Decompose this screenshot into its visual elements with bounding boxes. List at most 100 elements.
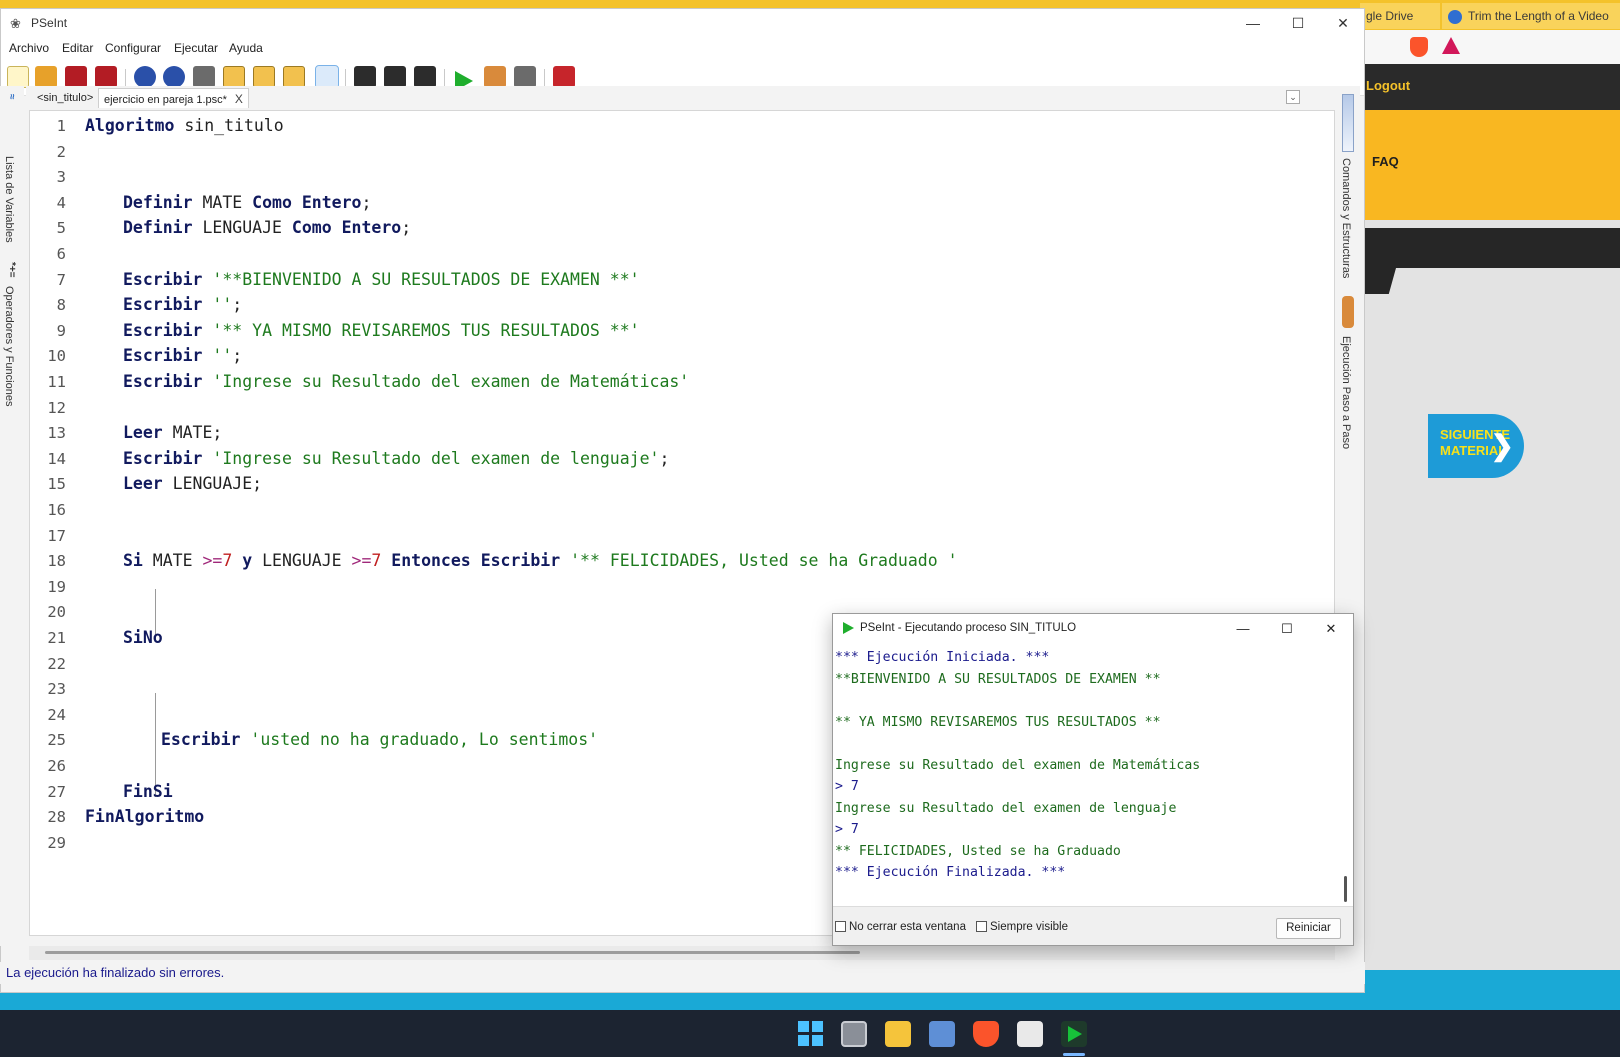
minimize-button[interactable]: —	[1221, 614, 1265, 643]
code-line[interactable]: 9 Escribir '** YA MISMO REVISAREMOS TUS R…	[30, 318, 1334, 344]
execution-window: PSeInt - Ejecutando proceso SIN_TITULO —…	[832, 613, 1354, 946]
save-as-icon[interactable]	[95, 66, 117, 88]
code-line[interactable]: 4 Definir MATE Como Entero;	[30, 190, 1334, 216]
line-number: 10	[47, 347, 66, 366]
line-number: 19	[47, 577, 66, 596]
close-button[interactable]: ✕	[1309, 614, 1353, 643]
brave-browser-icon[interactable]	[973, 1021, 999, 1047]
line-number: 12	[47, 398, 66, 417]
code-text: Escribir 'usted no ha graduado, Lo senti…	[161, 730, 599, 750]
no-close-checkbox[interactable]: No cerrar esta ventana	[835, 921, 966, 933]
network-app-icon[interactable]	[929, 1021, 955, 1047]
code-line[interactable]: 8 Escribir '';	[30, 292, 1334, 318]
code-line[interactable]: 17	[30, 523, 1334, 549]
tab-ejercicio[interactable]: ejercicio en pareja 1.psc* X	[98, 88, 249, 108]
menu-ejecutar[interactable]: Ejecutar	[174, 41, 218, 55]
console-line: ** YA MISMO REVISAREMOS TUS RESULTADOS *…	[835, 714, 1161, 730]
windows-start-icon[interactable]	[798, 1021, 824, 1047]
console-line: Ingrese su Resultado del examen de Matem…	[835, 757, 1201, 773]
code-line[interactable]: 1 Algoritmo sin_titulo	[30, 113, 1334, 139]
code-line[interactable]: 15 Leer LENGUAJE;	[30, 471, 1334, 497]
chevron-down-icon[interactable]: ⌄	[1286, 90, 1300, 104]
line-number: 4	[56, 193, 66, 212]
open-icon[interactable]	[35, 66, 57, 88]
code-line[interactable]: 14 Escribir 'Ingrese su Resultado del exa…	[30, 446, 1334, 472]
cut-icon[interactable]	[193, 66, 215, 88]
operators-icon[interactable]: *+=	[6, 262, 17, 278]
undo-icon[interactable]	[134, 66, 156, 88]
browser-tab-trim-video[interactable]: Trim the Length of a Video	[1442, 3, 1620, 29]
taskbar-app-icon[interactable]	[1017, 1021, 1043, 1047]
replace-icon[interactable]	[414, 66, 436, 88]
copy-icon[interactable]	[223, 66, 245, 88]
code-line[interactable]: 16	[30, 497, 1334, 523]
vertical-scroll-thumb[interactable]	[1344, 876, 1347, 902]
find-next-icon[interactable]	[384, 66, 406, 88]
menu-editar[interactable]: Editar	[62, 41, 93, 55]
title-bar[interactable]: ❀ PSeInt — ☐ ✕	[1, 9, 1364, 37]
checkbox-box[interactable]	[976, 921, 987, 932]
browser-tab-drive[interactable]: gle Drive	[1360, 3, 1440, 29]
restart-button[interactable]: Reiniciar	[1276, 918, 1341, 939]
indent-icon[interactable]	[283, 66, 305, 88]
logout-link[interactable]: Logout	[1366, 78, 1410, 93]
help-icon[interactable]	[553, 66, 575, 88]
minimize-button[interactable]: —	[1231, 9, 1275, 37]
code-line[interactable]: 10 Escribir '';	[30, 343, 1334, 369]
step-by-step-tab[interactable]: Ejecución Paso a Paso	[1340, 336, 1352, 449]
code-line[interactable]: 5 Definir LENGUAJE Como Entero;	[30, 215, 1334, 241]
menu-archivo[interactable]: Archivo	[9, 41, 49, 55]
save-icon[interactable]	[65, 66, 87, 88]
code-line[interactable]: 7 Escribir '**BIENVENIDO A SU RESULTADOS …	[30, 267, 1334, 293]
checkbox-box[interactable]	[835, 921, 846, 932]
file-explorer-icon[interactable]	[885, 1021, 911, 1047]
commands-icon[interactable]	[1342, 94, 1354, 152]
inspect-icon[interactable]	[315, 65, 339, 89]
next-material-button[interactable]: SIGUIENTE MATERIAL ❯	[1428, 414, 1524, 478]
horizontal-scroll-thumb[interactable]	[45, 951, 860, 954]
task-view-icon[interactable]	[841, 1021, 867, 1047]
line-number: 3	[56, 168, 66, 187]
tab-sin-titulo[interactable]: <sin_titulo>	[32, 88, 98, 108]
code-line[interactable]: 18 Si MATE >=7 y LENGUAJE >=7 Entonces Es…	[30, 548, 1334, 574]
maximize-button[interactable]: ☐	[1276, 9, 1320, 37]
checkbox-label: No cerrar esta ventana	[849, 921, 966, 933]
step-icon[interactable]	[484, 66, 506, 88]
menu-ayuda[interactable]: Ayuda	[229, 41, 263, 55]
code-line[interactable]: 19	[30, 574, 1334, 600]
variables-icon[interactable]: ≈	[6, 94, 17, 100]
new-icon[interactable]	[7, 66, 29, 88]
paste-icon[interactable]	[253, 66, 275, 88]
faq-link[interactable]: FAQ	[1372, 154, 1399, 169]
line-number: 20	[47, 603, 66, 622]
code-line[interactable]: 2	[30, 139, 1334, 165]
redo-icon[interactable]	[163, 66, 185, 88]
search-icon[interactable]	[354, 66, 376, 88]
variables-list-tab[interactable]: Lista de Variables	[3, 156, 15, 243]
code-line[interactable]: 12	[30, 395, 1334, 421]
menu-configurar[interactable]: Configurar	[105, 41, 161, 55]
tab-label: <sin_titulo>	[37, 92, 94, 104]
maximize-button[interactable]: ☐	[1265, 614, 1309, 643]
site-nav-band	[1360, 110, 1620, 220]
code-text: Escribir '**BIENVENIDO A SU RESULTADOS D…	[123, 269, 640, 289]
code-line[interactable]: 11 Escribir 'Ingrese su Resultado del exa…	[30, 369, 1334, 395]
console-line: ** FELICIDADES, Usted se ha Graduado	[835, 843, 1121, 859]
close-button[interactable]: ✕	[1321, 9, 1365, 37]
execution-console[interactable]: *** Ejecución Iniciada. *** **BIENVENIDO …	[833, 643, 1353, 905]
footsteps-icon[interactable]	[1342, 296, 1354, 328]
code-line[interactable]: 6	[30, 241, 1334, 267]
close-icon[interactable]: X	[235, 92, 243, 106]
commands-structures-tab[interactable]: Comandos y Estructuras	[1340, 158, 1352, 278]
brave-shield-icon[interactable]	[1410, 37, 1428, 57]
code-line[interactable]: 13 Leer MATE;	[30, 420, 1334, 446]
pseint-play-icon	[1068, 1026, 1082, 1042]
always-visible-checkbox[interactable]: Siempre visible	[976, 921, 1068, 933]
line-number: 18	[47, 552, 66, 571]
code-text: Escribir 'Ingrese su Resultado del exame…	[123, 372, 690, 391]
code-line[interactable]: 3	[30, 164, 1334, 190]
brave-rewards-icon[interactable]	[1442, 37, 1460, 54]
operators-functions-tab[interactable]: Operadores y Funciones	[3, 286, 15, 406]
flowchart-icon[interactable]	[514, 66, 536, 88]
execution-title-bar[interactable]: PSeInt - Ejecutando proceso SIN_TITULO —…	[833, 614, 1353, 643]
